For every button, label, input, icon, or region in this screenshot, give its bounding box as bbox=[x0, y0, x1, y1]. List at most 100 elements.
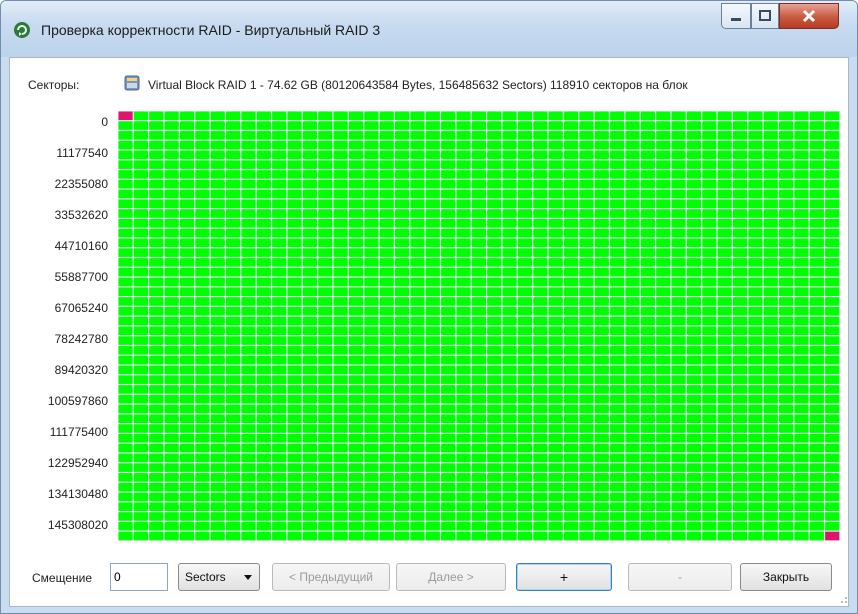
ok-block[interactable] bbox=[487, 394, 502, 404]
ok-block[interactable] bbox=[610, 209, 625, 218]
ok-block[interactable] bbox=[149, 258, 164, 267]
ok-block[interactable] bbox=[732, 199, 748, 209]
ok-block[interactable] bbox=[379, 267, 394, 277]
ok-block[interactable] bbox=[333, 131, 348, 140]
ok-block[interactable] bbox=[226, 267, 241, 277]
ok-block[interactable] bbox=[210, 512, 225, 521]
ok-block[interactable] bbox=[287, 365, 302, 375]
ok-block[interactable] bbox=[702, 365, 717, 375]
ok-block[interactable] bbox=[441, 434, 456, 443]
ok-block[interactable] bbox=[656, 160, 671, 169]
ok-block[interactable] bbox=[133, 502, 149, 511]
ok-block[interactable] bbox=[425, 326, 440, 336]
ok-block[interactable] bbox=[579, 316, 594, 326]
ok-block[interactable] bbox=[333, 414, 348, 424]
ok-block[interactable] bbox=[272, 140, 287, 150]
ok-block[interactable] bbox=[517, 394, 533, 404]
ok-block[interactable] bbox=[226, 297, 241, 306]
ok-block[interactable] bbox=[164, 316, 179, 326]
ok-block[interactable] bbox=[640, 160, 655, 169]
ok-block[interactable] bbox=[133, 531, 149, 541]
ok-block[interactable] bbox=[241, 375, 256, 384]
ok-block[interactable] bbox=[471, 140, 486, 150]
ok-block[interactable] bbox=[333, 189, 348, 199]
ok-block[interactable] bbox=[640, 336, 655, 345]
ok-block[interactable] bbox=[825, 502, 840, 511]
ok-block[interactable] bbox=[425, 131, 440, 140]
ok-block[interactable] bbox=[395, 189, 410, 199]
ok-block[interactable] bbox=[640, 463, 655, 472]
ok-block[interactable] bbox=[195, 394, 210, 404]
ok-block[interactable] bbox=[825, 258, 840, 267]
ok-block[interactable] bbox=[502, 346, 517, 355]
ok-block[interactable] bbox=[272, 355, 287, 365]
ok-block[interactable] bbox=[287, 287, 302, 296]
ok-block[interactable] bbox=[579, 179, 594, 189]
ok-block[interactable] bbox=[809, 131, 824, 140]
ok-block[interactable] bbox=[226, 404, 241, 414]
ok-block[interactable] bbox=[164, 473, 179, 482]
ok-block[interactable] bbox=[748, 140, 763, 150]
ok-block[interactable] bbox=[226, 248, 241, 257]
ok-block[interactable] bbox=[149, 238, 164, 248]
ok-block[interactable] bbox=[471, 277, 486, 287]
ok-block[interactable] bbox=[333, 306, 348, 316]
ok-block[interactable] bbox=[763, 316, 778, 326]
ok-block[interactable] bbox=[702, 121, 717, 130]
ok-block[interactable] bbox=[256, 150, 271, 160]
ok-block[interactable] bbox=[226, 238, 241, 248]
ok-block[interactable] bbox=[241, 473, 256, 482]
ok-block[interactable] bbox=[779, 199, 794, 209]
ok-block[interactable] bbox=[732, 336, 748, 345]
ok-block[interactable] bbox=[794, 375, 809, 384]
ok-block[interactable] bbox=[348, 209, 364, 218]
ok-block[interactable] bbox=[318, 346, 333, 355]
ok-block[interactable] bbox=[379, 414, 394, 424]
ok-block[interactable] bbox=[794, 228, 809, 238]
ok-block[interactable] bbox=[471, 111, 486, 121]
ok-block[interactable] bbox=[763, 160, 778, 169]
ok-block[interactable] bbox=[395, 404, 410, 414]
ok-block[interactable] bbox=[226, 365, 241, 375]
ok-block[interactable] bbox=[471, 258, 486, 267]
ok-block[interactable] bbox=[149, 531, 164, 541]
ok-block[interactable] bbox=[318, 306, 333, 316]
ok-block[interactable] bbox=[610, 404, 625, 414]
ok-block[interactable] bbox=[395, 424, 410, 433]
ok-block[interactable] bbox=[702, 336, 717, 345]
ok-block[interactable] bbox=[425, 316, 440, 326]
ok-block[interactable] bbox=[210, 355, 225, 365]
ok-block[interactable] bbox=[302, 492, 317, 502]
ok-block[interactable] bbox=[763, 453, 778, 463]
ok-block[interactable] bbox=[717, 287, 732, 296]
ok-block[interactable] bbox=[717, 355, 732, 365]
ok-block[interactable] bbox=[502, 492, 517, 502]
ok-block[interactable] bbox=[671, 277, 686, 287]
ok-block[interactable] bbox=[287, 404, 302, 414]
ok-block[interactable] bbox=[118, 346, 133, 355]
ok-block[interactable] bbox=[471, 160, 486, 169]
ok-block[interactable] bbox=[318, 365, 333, 375]
ok-block[interactable] bbox=[195, 502, 210, 511]
ok-block[interactable] bbox=[410, 150, 425, 160]
ok-block[interactable] bbox=[763, 267, 778, 277]
ok-block[interactable] bbox=[640, 434, 655, 443]
ok-block[interactable] bbox=[502, 424, 517, 433]
ok-block[interactable] bbox=[149, 375, 164, 384]
ok-block[interactable] bbox=[302, 297, 317, 306]
ok-block[interactable] bbox=[625, 482, 640, 492]
ok-block[interactable] bbox=[548, 424, 563, 433]
ok-block[interactable] bbox=[594, 463, 609, 472]
ok-block[interactable] bbox=[487, 531, 502, 541]
ok-block[interactable] bbox=[318, 248, 333, 257]
ok-block[interactable] bbox=[333, 258, 348, 267]
ok-block[interactable] bbox=[487, 346, 502, 355]
ok-block[interactable] bbox=[640, 355, 655, 365]
ok-block[interactable] bbox=[302, 346, 317, 355]
ok-block[interactable] bbox=[456, 297, 471, 306]
ok-block[interactable] bbox=[517, 228, 533, 238]
ok-block[interactable] bbox=[732, 131, 748, 140]
ok-block[interactable] bbox=[671, 140, 686, 150]
ok-block[interactable] bbox=[471, 179, 486, 189]
ok-block[interactable] bbox=[348, 150, 364, 160]
